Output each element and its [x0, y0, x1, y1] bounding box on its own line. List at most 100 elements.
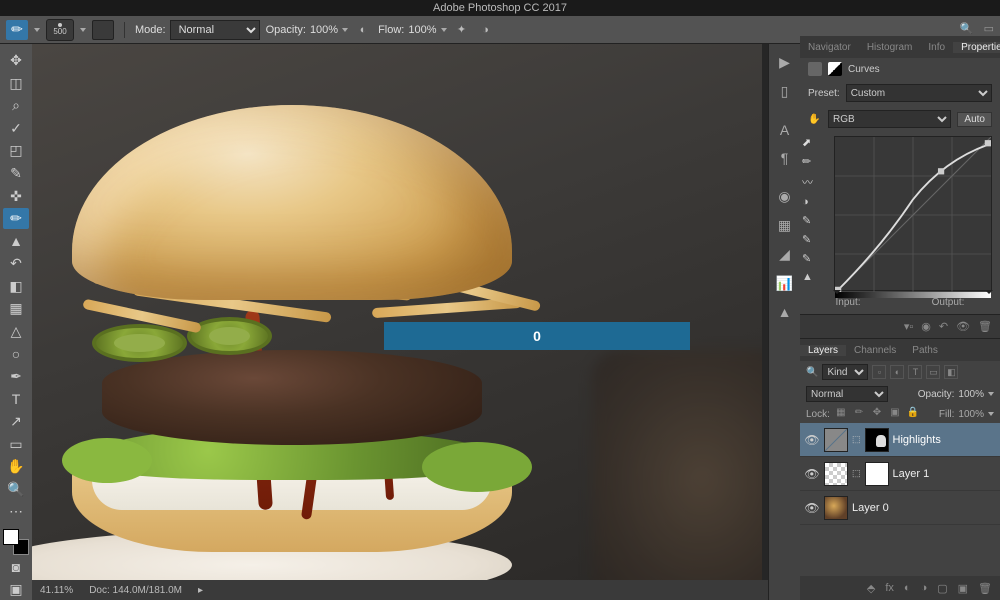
type-tool[interactable]: T — [3, 388, 29, 410]
doc-size[interactable]: Doc: 144.0M/181.0M — [89, 585, 182, 596]
layer-thumb-adjustment[interactable] — [824, 428, 848, 452]
layer-row-layer0[interactable]: 👁 Layer 0 — [800, 491, 1000, 525]
layer-row-layer1[interactable]: 👁 ⬚ Layer 1 — [800, 457, 1000, 491]
lock-image-icon[interactable]: ✏ — [852, 407, 866, 421]
blur-tool[interactable]: △ — [3, 321, 29, 343]
filter-type-icon[interactable]: T — [908, 365, 922, 379]
edit-toolbar[interactable]: ⋯ — [3, 501, 29, 523]
view-prev-icon[interactable]: ◉ — [921, 320, 931, 333]
pen-tool[interactable]: ✒ — [3, 366, 29, 388]
quick-mask-toggle[interactable]: ◙ — [3, 556, 29, 578]
brush-panel-toggle[interactable] — [92, 20, 114, 40]
dodge-tool[interactable]: ○ — [3, 343, 29, 365]
blend-mode-select[interactable]: Normal — [170, 20, 260, 40]
tab-histogram[interactable]: Histogram — [859, 42, 921, 53]
clip-icon[interactable]: ▾▫ — [904, 320, 913, 333]
search-icon[interactable]: 🔍 — [960, 22, 974, 35]
pressure-size-icon[interactable]: ◑ — [477, 21, 495, 39]
layer-thumb[interactable] — [824, 462, 848, 486]
layer-name[interactable]: Layer 0 — [852, 502, 889, 514]
color-swatches[interactable] — [3, 529, 29, 554]
channel-select[interactable]: RGB — [828, 110, 951, 128]
layer-thumb[interactable] — [824, 496, 848, 520]
filter-smart-icon[interactable]: ◧ — [944, 365, 958, 379]
curves-graph[interactable] — [834, 136, 992, 291]
swatches-panel-icon[interactable]: ▦ — [778, 217, 791, 234]
delete-adjustment-icon[interactable]: 🗑 — [978, 320, 992, 333]
new-fill-adjust-icon[interactable]: ◑ — [921, 582, 928, 594]
visibility-toggle[interactable]: 👁 — [804, 501, 820, 515]
layer-blend-select[interactable]: Normal — [806, 386, 888, 402]
tab-paths[interactable]: Paths — [904, 345, 946, 356]
white-point-icon[interactable]: ✎ — [802, 214, 813, 227]
curve-sampler-icon[interactable]: ◑ — [802, 196, 813, 208]
tab-channels[interactable]: Channels — [846, 345, 904, 356]
fill-dropdown[interactable] — [988, 412, 994, 416]
sampler-icon[interactable]: ✋ — [808, 114, 822, 125]
preset-select[interactable]: Custom — [846, 84, 992, 102]
curve-edit-icon[interactable]: ⬈ — [802, 136, 813, 149]
tool-indicator-brush[interactable]: ✏ — [6, 20, 28, 40]
gray-point-icon[interactable]: ✎ — [802, 233, 813, 246]
add-mask-icon[interactable]: ◐ — [904, 582, 911, 594]
layer-name[interactable]: Highlights — [893, 434, 941, 446]
zoom-level[interactable]: 41.11% — [40, 585, 73, 596]
shape-tool[interactable]: ▭ — [3, 433, 29, 455]
lock-all-icon[interactable]: 🔒 — [906, 407, 920, 421]
layer-fx-icon[interactable]: fx — [885, 582, 894, 594]
pressure-opacity-icon[interactable]: ◐ — [354, 21, 372, 39]
lock-transparent-icon[interactable]: ▦ — [834, 407, 848, 421]
lasso-tool[interactable]: ⌕ — [3, 95, 29, 117]
play-icon[interactable]: ▶ — [779, 54, 790, 71]
move-tool[interactable]: ✥ — [3, 50, 29, 72]
new-layer-icon[interactable]: ▣ — [958, 582, 968, 595]
paragraph-panel-icon[interactable]: ¶ — [781, 150, 789, 166]
gradient-tool[interactable]: ▦ — [3, 298, 29, 320]
status-arrow-icon[interactable]: ▸ — [198, 585, 203, 596]
airbrush-icon[interactable]: ✦ — [453, 21, 471, 39]
visibility-toggle[interactable]: 👁 — [804, 433, 820, 447]
healing-tool[interactable]: ✜ — [3, 185, 29, 207]
opacity-dropdown[interactable] — [342, 28, 348, 32]
tab-layers[interactable]: Layers — [800, 345, 846, 356]
auto-button[interactable]: Auto — [957, 112, 992, 127]
link-layers-icon[interactable]: ⬘ — [867, 582, 875, 595]
lock-artboard-icon[interactable]: ▣ — [888, 407, 902, 421]
tab-info[interactable]: Info — [920, 42, 953, 53]
flow-dropdown[interactable] — [441, 28, 447, 32]
clone-stamp-tool[interactable]: ▲ — [3, 230, 29, 252]
zoom-tool[interactable]: 🔍 — [3, 478, 29, 500]
styles-panel-icon[interactable]: 📊 — [776, 275, 793, 292]
visibility-toggle[interactable]: 👁 — [804, 467, 820, 481]
layer-name[interactable]: Layer 1 — [893, 468, 930, 480]
document-canvas[interactable]: 0 — [32, 44, 762, 580]
reset-icon[interactable]: ↶ — [939, 320, 948, 333]
screen-mode-toggle[interactable]: ▣ — [3, 579, 29, 600]
layer-opacity-dropdown[interactable] — [988, 392, 994, 396]
layer-opacity-value[interactable]: 100% — [958, 389, 984, 400]
crop-tool[interactable]: ◰ — [3, 140, 29, 162]
toggle-visibility-icon[interactable]: 👁 — [956, 320, 970, 333]
mask-icon[interactable] — [828, 62, 842, 76]
brush-tool[interactable]: ✏ — [3, 208, 29, 230]
workspace-icon[interactable]: ▭ — [984, 22, 994, 35]
link-mask-icon[interactable]: ⬚ — [852, 468, 861, 479]
history-brush-tool[interactable]: ↶ — [3, 253, 29, 275]
path-select-tool[interactable]: ↗ — [3, 411, 29, 433]
filter-pixel-icon[interactable]: ▫ — [872, 365, 886, 379]
brush-preset-picker[interactable]: 500 — [46, 19, 74, 41]
curve-smooth-icon[interactable]: 〰 — [802, 174, 813, 190]
tab-navigator[interactable]: Navigator — [800, 42, 859, 53]
libraries-panel-icon[interactable]: ▲ — [778, 304, 792, 320]
black-point-icon[interactable]: ✎ — [802, 252, 813, 265]
curve-clip-icon[interactable]: ▲ — [802, 271, 813, 283]
marquee-tool[interactable]: ◫ — [3, 73, 29, 95]
layer-mask-thumb[interactable] — [865, 428, 889, 452]
fill-value[interactable]: 100% — [958, 409, 984, 420]
filter-adjust-icon[interactable]: ◐ — [890, 365, 904, 379]
eraser-tool[interactable]: ◧ — [3, 275, 29, 297]
new-group-icon[interactable]: ▢ — [937, 582, 947, 595]
history-panel-icon[interactable]: ▯ — [781, 83, 789, 100]
color-panel-icon[interactable]: ◉ — [778, 188, 790, 205]
layer-row-highlights[interactable]: 👁 ⬚ Highlights — [800, 423, 1000, 457]
